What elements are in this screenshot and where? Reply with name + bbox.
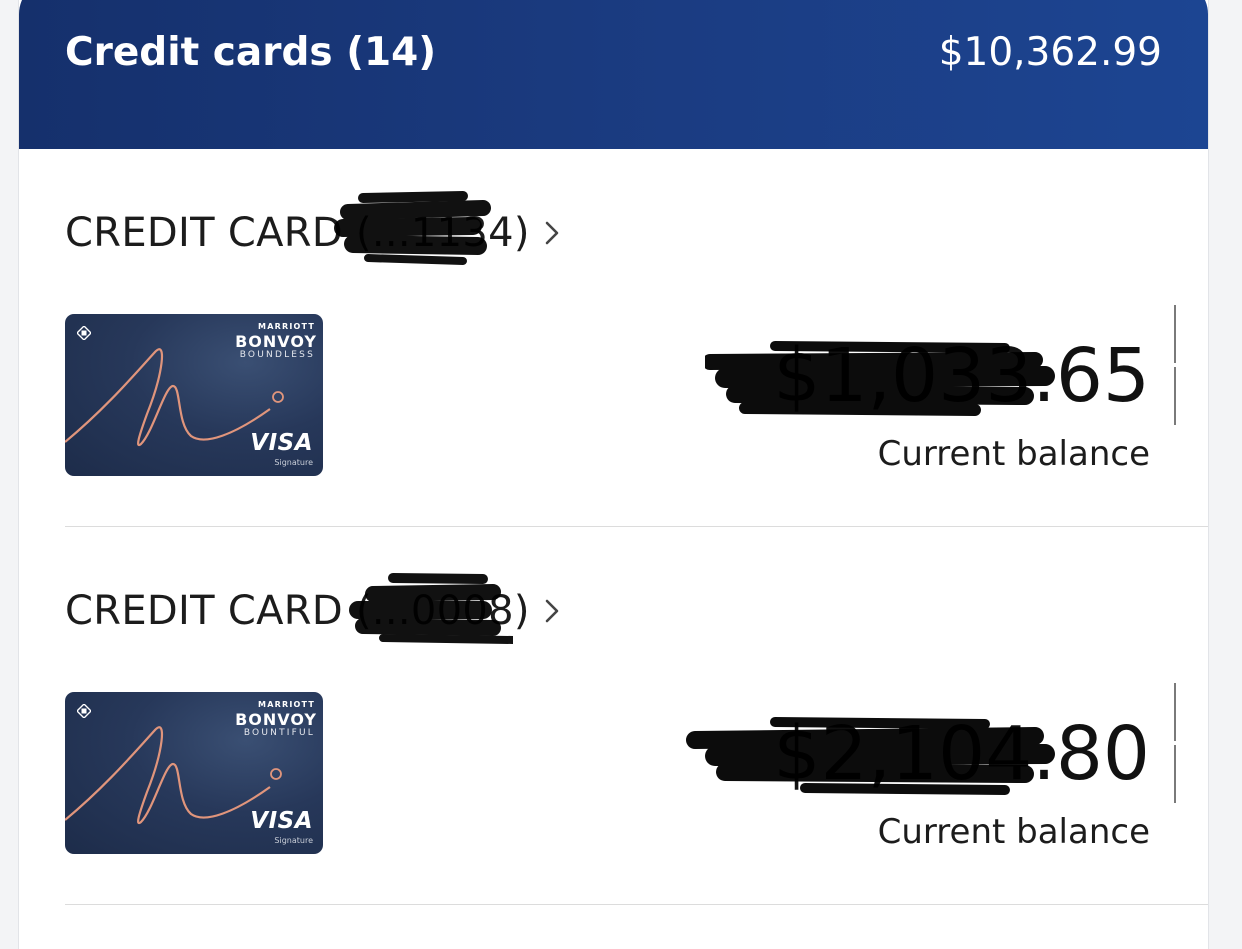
section-total-balance: $10,362.99	[938, 30, 1162, 75]
credit-cards-header[interactable]: Credit cards (14) $10,362.99	[19, 0, 1208, 149]
card-image[interactable]: MARRIOTT BONVOY BOUNDLESS VISA Signature	[65, 314, 323, 476]
account-title-link[interactable]: CREDIT CARD (...1134)	[65, 208, 560, 258]
account-row[interactable]: CREDIT CARD (...1134) MARRIOTT BONVOY BO…	[65, 150, 1208, 528]
card-network-tier: Signature	[274, 458, 313, 467]
card-product-name: BOUNTIFUL	[243, 728, 315, 738]
drag-handle-icon[interactable]	[1174, 683, 1186, 803]
chevron-right-icon	[545, 221, 559, 245]
bank-logo-icon	[77, 704, 91, 718]
card-network-logo: VISA	[250, 430, 313, 456]
card-image[interactable]: MARRIOTT BONVOY BOUNTIFUL VISA Signature	[65, 692, 323, 854]
account-title-link[interactable]: CREDIT CARD (...0008)	[65, 586, 560, 636]
card-brand-small: MARRIOTT	[258, 322, 315, 331]
credit-cards-panel: Credit cards (14) $10,362.99 CREDIT CARD…	[18, 0, 1209, 949]
card-network-tier: Signature	[274, 836, 313, 845]
card-brand-small: MARRIOTT	[258, 700, 315, 709]
account-name: CREDIT CARD (...0008)	[65, 588, 530, 634]
card-product-name: BOUNDLESS	[239, 350, 315, 360]
bank-logo-icon	[77, 326, 91, 340]
card-brand-name: BONVOY	[235, 710, 317, 729]
card-brand-name: BONVOY	[235, 332, 317, 351]
section-title: Credit cards (14)	[65, 30, 437, 75]
current-balance-label: Current balance	[877, 434, 1150, 474]
current-balance-amount: $2,104.80	[773, 711, 1150, 797]
drag-handle-icon[interactable]	[1174, 305, 1186, 425]
row-divider	[65, 904, 1208, 905]
chevron-right-icon	[545, 599, 559, 623]
card-network-logo: VISA	[250, 808, 313, 834]
account-name: CREDIT CARD (...1134)	[65, 210, 530, 256]
current-balance-amount: $1,033.65	[773, 333, 1150, 419]
account-row[interactable]: CREDIT CARD (...0008) MARRIOTT BONVOY BO…	[65, 528, 1208, 906]
current-balance-label: Current balance	[877, 812, 1150, 852]
row-divider	[65, 526, 1208, 527]
